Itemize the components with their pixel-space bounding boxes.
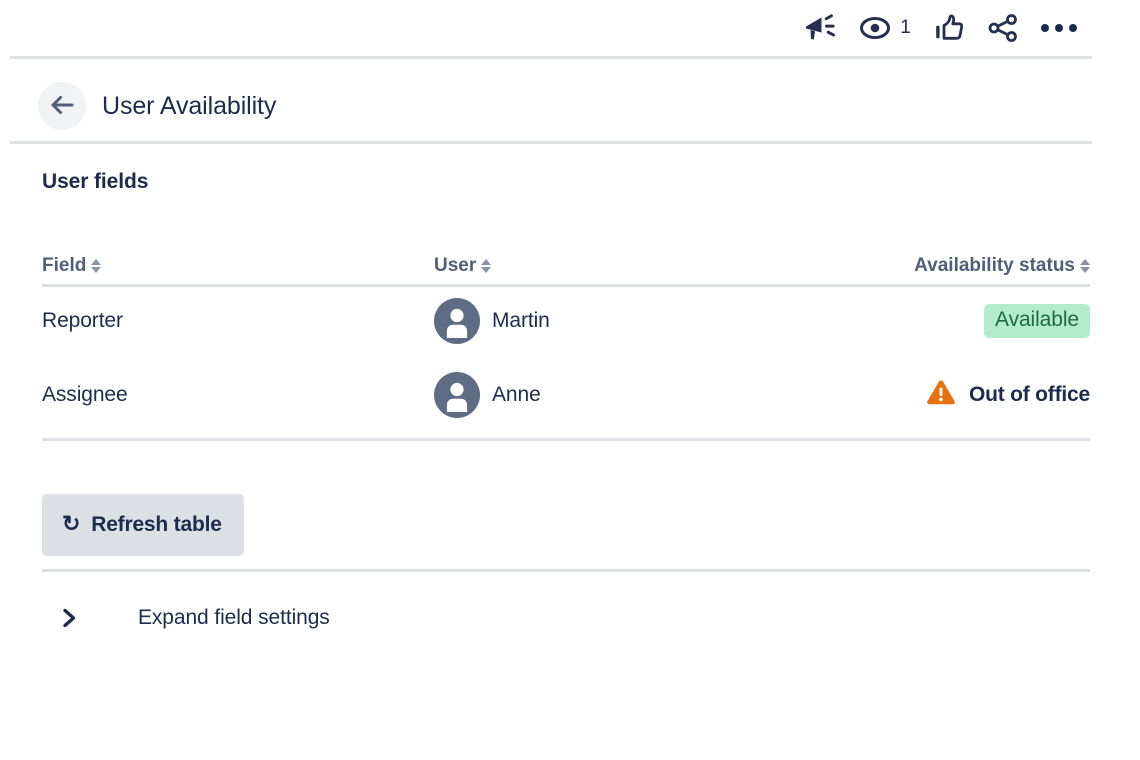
status-warning: Out of office [926, 379, 1090, 412]
table-header-row: Field User Availability status [42, 248, 1090, 284]
share-button[interactable] [976, 6, 1030, 50]
chevron-right-icon[interactable] [60, 607, 104, 629]
cell-user: Anne [434, 372, 864, 418]
avatar [434, 372, 480, 418]
expand-field-settings-row[interactable]: Expand field settings [60, 606, 330, 630]
table-row: Reporter Martin Available [42, 284, 1090, 358]
section-heading: User fields [42, 170, 148, 194]
table-header-cell-status: Availability status [864, 255, 1090, 277]
user-availability-page: 1 [0, 0, 1140, 760]
sort-status-button[interactable]: Availability status [914, 255, 1090, 277]
table-header-cell-field: Field [42, 255, 434, 277]
refresh-icon: ↻ [62, 513, 80, 535]
more-actions-icon [1041, 24, 1077, 32]
user-fields-table: Field User Availability status Reporter [42, 248, 1090, 432]
warning-triangle-icon [926, 379, 956, 412]
divider-table-bottom [42, 438, 1090, 441]
refresh-table-label: Refresh table [91, 513, 221, 537]
cell-field: Reporter [42, 309, 434, 333]
column-label-availability-status: Availability status [914, 255, 1075, 277]
expand-field-settings-label: Expand field settings [138, 606, 330, 630]
megaphone-icon [803, 13, 837, 43]
sort-icon [91, 259, 101, 273]
back-button[interactable] [38, 82, 86, 130]
table-header-cell-user: User [434, 255, 864, 277]
status-badge: Available [984, 304, 1090, 338]
sort-icon [1080, 259, 1090, 273]
watch-button[interactable]: 1 [848, 6, 922, 50]
divider-under-header [10, 141, 1092, 144]
cell-status: Out of office [864, 379, 1090, 412]
watch-eye-icon [859, 15, 891, 41]
avatar [434, 298, 480, 344]
divider-table-header [42, 284, 1090, 287]
divider-section [42, 569, 1090, 572]
like-button[interactable] [922, 6, 976, 50]
column-label-user: User [434, 255, 476, 277]
cell-user: Martin [434, 298, 864, 344]
action-bar: 1 [0, 0, 1140, 56]
sort-user-button[interactable]: User [434, 255, 491, 277]
divider-top [10, 56, 1092, 59]
megaphone-button[interactable] [792, 6, 848, 50]
user-name: Martin [492, 309, 550, 333]
sort-field-button[interactable]: Field [42, 255, 101, 277]
cell-field: Assignee [42, 383, 434, 407]
column-label-field: Field [42, 255, 86, 277]
more-actions-button[interactable] [1030, 6, 1088, 50]
page-header: User Availability [38, 82, 276, 130]
share-icon [987, 13, 1019, 43]
status-warning-label: Out of office [969, 383, 1090, 407]
cell-status: Available [864, 304, 1090, 338]
watch-count: 1 [900, 17, 911, 39]
thumbs-up-icon [933, 13, 965, 43]
page-title: User Availability [102, 92, 276, 121]
user-name: Anne [492, 383, 541, 407]
arrow-left-icon [48, 93, 76, 120]
refresh-table-button[interactable]: ↻ Refresh table [42, 494, 244, 556]
sort-icon [481, 259, 491, 273]
table-row: Assignee Anne [42, 358, 1090, 432]
